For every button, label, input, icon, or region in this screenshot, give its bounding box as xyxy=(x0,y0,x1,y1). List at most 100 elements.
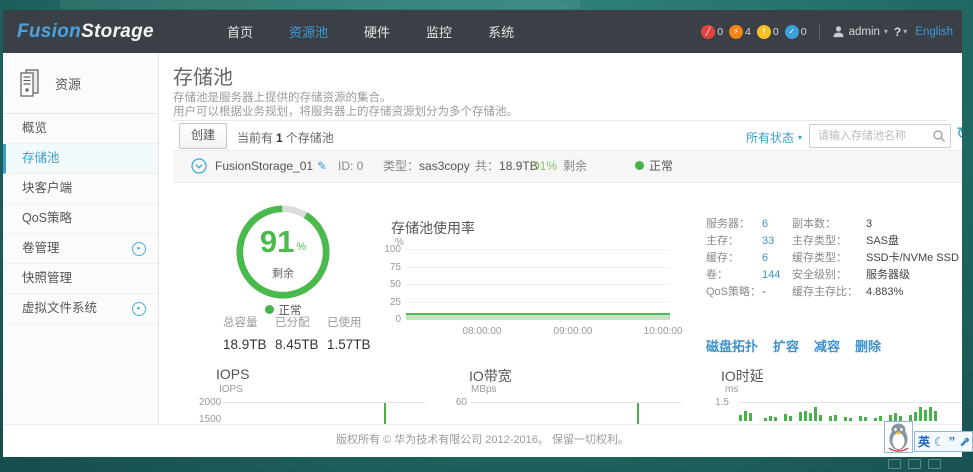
donut-unit: % xyxy=(296,241,306,253)
nav-item-system[interactable]: 系统 xyxy=(488,22,514,41)
sidebar-header-label: 资源 xyxy=(55,74,81,93)
nav-item-resource-pool[interactable]: 资源池 xyxy=(289,22,328,41)
expand-arrow-icon[interactable]: ▸ xyxy=(132,242,146,256)
shrink-capacity-link[interactable]: 减容 xyxy=(814,336,840,355)
ime-penguin-icon[interactable] xyxy=(884,421,913,453)
sidebar-item-snapshot-management[interactable]: 快照管理 xyxy=(3,264,158,294)
divider xyxy=(173,120,946,121)
info-label: 服务器： xyxy=(706,218,762,230)
alarm-major-badge[interactable]: ⚡ 4 xyxy=(729,25,751,39)
io-bandwidth-series xyxy=(471,402,681,425)
ime-toolbar: 英 ☾ ” xyxy=(914,431,973,452)
iops-chart: IOPS IOPS 2000 1500 xyxy=(199,366,425,425)
pool-count-text: 当前有1个存储池 xyxy=(237,129,334,146)
nav-item-hardware[interactable]: 硬件 xyxy=(364,22,390,41)
pool-type-value: sas3copy xyxy=(419,159,470,173)
alarm-info-badge[interactable]: ✓ 0 xyxy=(785,25,807,39)
pool-status-text: 正常 xyxy=(649,159,673,173)
info-label: 副本数： xyxy=(792,218,866,230)
gridline xyxy=(406,302,670,303)
expand-arrow-icon[interactable]: ▸ xyxy=(132,302,146,316)
nav-item-monitoring[interactable]: 监控 xyxy=(426,22,452,41)
sidebar-item-virtual-file-system[interactable]: 虚拟文件系统 ▸ xyxy=(3,294,158,324)
alarm-minor-badge[interactable]: ! 0 xyxy=(757,25,779,39)
user-menu[interactable]: admin ▾ xyxy=(832,25,888,38)
capacity-allocated: 已分配 8.45TB xyxy=(275,314,329,352)
capacity-label: 已分配 xyxy=(275,314,329,330)
sidebar-item-storage-pool[interactable]: 存储池 xyxy=(3,144,158,174)
io-latency-chart-title: IO时延 xyxy=(721,366,764,386)
sidebar-item-block-client[interactable]: 块客户端 xyxy=(3,174,158,204)
desktop-background: FusionStorage 首页 资源池 硬件 监控 系统 ╱ 0 ⚡ 4 xyxy=(0,0,973,472)
app-window: FusionStorage 首页 资源池 硬件 监控 系统 ╱ 0 ⚡ 4 xyxy=(3,10,962,457)
search-icon[interactable] xyxy=(932,129,946,143)
iops-ytick: 2000 xyxy=(199,397,219,408)
alarm-critical-badge[interactable]: ╱ 0 xyxy=(701,25,723,39)
iops-series xyxy=(223,402,425,425)
info-value: SAS盘 xyxy=(866,235,959,247)
taskbar-ghost-icon xyxy=(908,459,921,469)
background-highlight xyxy=(60,0,580,9)
taskbar-ghost-icon xyxy=(888,459,901,469)
sidebar: 资源 概览 存储池 块客户端 QoS策略 卷管理 ▸ 快照管理 虚拟文件系统 xyxy=(3,53,159,425)
io-latency-ytick: 1.5 xyxy=(713,397,729,408)
ime-quote-icon[interactable]: ” xyxy=(949,435,956,448)
io-bandwidth-chart-unit: MBps xyxy=(471,384,497,395)
alarm-info-count: 0 xyxy=(801,26,807,38)
pool-info-panel: 服务器：6副本数：3 主存：33主存类型：SAS盘 缓存：6缓存类型：SSD卡/… xyxy=(706,218,959,298)
logo-storage: Storage xyxy=(81,21,154,42)
io-bandwidth-ytick: 60 xyxy=(453,397,467,408)
pool-count-suffix: 个存储池 xyxy=(286,131,334,145)
nav-item-home[interactable]: 首页 xyxy=(227,22,253,41)
alarm-critical-icon: ╱ xyxy=(701,25,715,39)
gridline xyxy=(406,284,670,285)
ime-language-toggle[interactable]: 英 xyxy=(918,433,930,450)
info-label: 缓存类型： xyxy=(792,252,866,264)
capacity-label: 总容量 xyxy=(223,314,277,330)
pool-total-label: 共： xyxy=(475,159,499,173)
search-box xyxy=(809,124,951,148)
info-value: 6 xyxy=(762,218,792,230)
logo-fusion: Fusion xyxy=(17,21,81,42)
pool-id-label: ID: xyxy=(338,159,357,173)
ime-wrench-icon[interactable] xyxy=(959,436,969,447)
sidebar-item-volume-management[interactable]: 卷管理 ▸ xyxy=(3,234,158,264)
language-switch[interactable]: English xyxy=(915,26,953,38)
refresh-button[interactable]: ↻ xyxy=(956,124,962,144)
help-menu[interactable]: ? ▾ xyxy=(894,25,907,39)
capacity-total: 总容量 18.9TB xyxy=(223,314,277,352)
topbar-divider xyxy=(819,24,820,40)
pool-id: ID: 0 xyxy=(338,151,363,182)
sidebar-item-qos-policy[interactable]: QoS策略 xyxy=(3,204,158,234)
usage-ytick: 0 xyxy=(371,314,401,325)
expand-capacity-link[interactable]: 扩容 xyxy=(773,336,799,355)
disk-topology-link[interactable]: 磁盘拓扑 xyxy=(706,336,758,355)
topbar-actions: ╱ 0 ⚡ 4 ! 0 ✓ 0 xyxy=(701,10,953,53)
usage-ytick: 50 xyxy=(371,279,401,290)
create-button[interactable]: 创建 xyxy=(179,123,227,149)
pool-type: 类型：sas3copy xyxy=(383,151,470,182)
sidebar-item-label: 快照管理 xyxy=(22,271,72,285)
sidebar-item-overview[interactable]: 概览 xyxy=(3,114,158,144)
pool-status: 正常 xyxy=(635,151,673,182)
alarm-minor-count: 0 xyxy=(773,26,779,38)
search-input[interactable] xyxy=(816,126,930,146)
collapse-chevron-icon[interactable] xyxy=(191,158,207,174)
info-label: 缓存： xyxy=(706,252,762,264)
pool-count-prefix: 当前有 xyxy=(237,131,273,145)
edit-pool-name-icon[interactable]: ✎ xyxy=(317,151,327,182)
sidebar-item-label: 存储池 xyxy=(22,151,60,165)
alarm-info-icon: ✓ xyxy=(785,25,799,39)
alarm-major-count: 4 xyxy=(745,26,751,38)
status-filter-dropdown[interactable]: 所有状态 ▾ xyxy=(746,129,802,146)
info-value: 服务器级 xyxy=(866,269,959,281)
delete-pool-link[interactable]: 删除 xyxy=(855,336,881,355)
pool-free-label: 剩余 xyxy=(563,151,587,182)
pool-free-percent: 91% xyxy=(533,151,557,182)
pool-id-value: 0 xyxy=(357,159,364,173)
page-title: 存储池 xyxy=(173,61,233,90)
info-value: 144 xyxy=(762,269,792,281)
sidebar-item-label: 块客户端 xyxy=(22,181,72,195)
capacity-value: 8.45TB xyxy=(275,337,329,352)
ime-moon-icon[interactable]: ☾ xyxy=(934,436,945,448)
